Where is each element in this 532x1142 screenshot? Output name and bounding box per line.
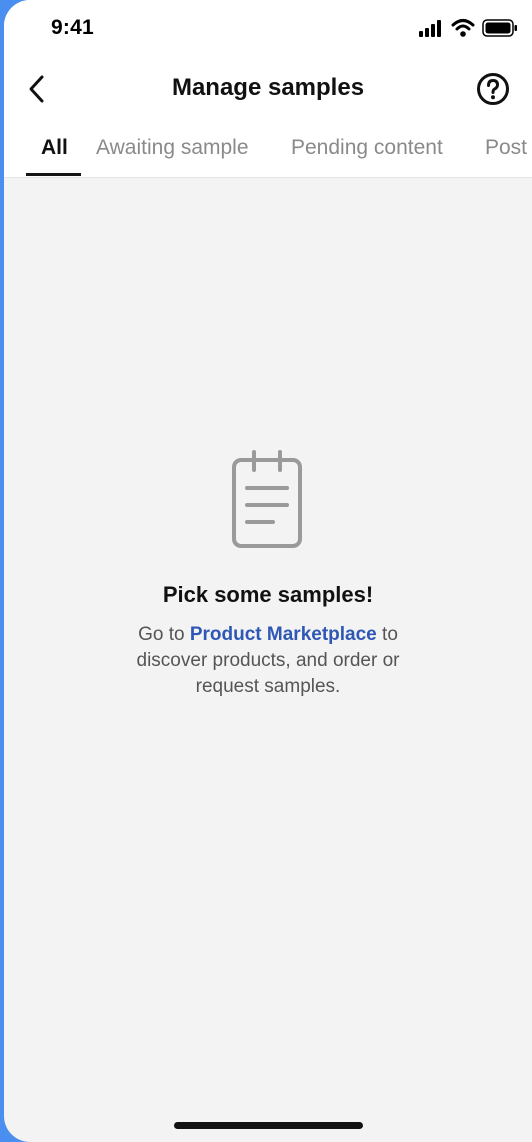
empty-state: Pick some samples! Go to Product Marketp… [4, 448, 532, 700]
tab-bar: All Awaiting sample Pending content Post [4, 130, 532, 176]
signal-icon [419, 20, 441, 37]
question-circle-icon [477, 73, 509, 105]
notepad-icon [232, 450, 302, 548]
status-icons [418, 18, 518, 40]
top-bar: 9:41 Manage samples All Awaiting sample … [4, 0, 532, 178]
home-indicator [174, 1122, 363, 1129]
back-button[interactable] [20, 72, 54, 106]
status-time: 9:41 [51, 16, 94, 39]
page-title: Manage samples [171, 74, 365, 101]
empty-state-description: Go to Product Marketplace to discover pr… [108, 622, 428, 700]
product-marketplace-link[interactable]: Product Marketplace [190, 624, 377, 645]
tab-post[interactable]: Post [485, 136, 527, 160]
help-button[interactable] [476, 72, 510, 106]
wifi-icon [451, 19, 475, 37]
active-tab-indicator [26, 173, 81, 176]
chevron-left-icon [29, 75, 44, 103]
battery-icon [482, 19, 517, 37]
empty-state-title: Pick some samples! [162, 582, 374, 607]
tab-pending-content[interactable]: Pending content [291, 136, 443, 160]
app-screen: 9:41 Manage samples All Awaiting sample … [4, 0, 532, 1142]
tab-awaiting-sample[interactable]: Awaiting sample [96, 136, 249, 160]
tab-all[interactable]: All [41, 136, 68, 160]
desc-prefix: Go to [138, 624, 190, 645]
